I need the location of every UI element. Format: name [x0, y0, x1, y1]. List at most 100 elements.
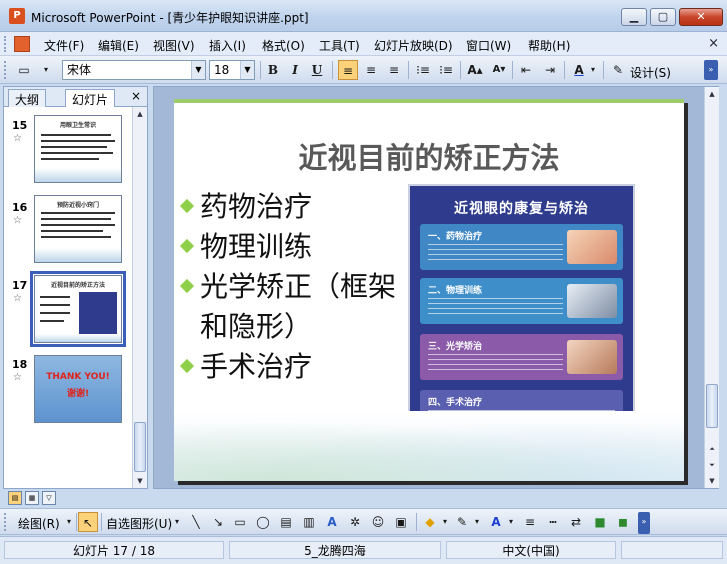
menu-view[interactable]: 视图(V): [153, 37, 195, 54]
thumbnail-text-line: [41, 152, 113, 154]
design-button[interactable]: 设计(S): [630, 64, 671, 81]
bullet-list[interactable]: 药物治疗 物理训练 光学矫正（框架和隐形） 手术治疗: [179, 187, 397, 387]
italic-button[interactable]: I: [285, 60, 305, 80]
align-center-button[interactable]: ≡: [361, 60, 381, 80]
tab-outline[interactable]: 大纲: [8, 89, 47, 107]
scroll-up-icon[interactable]: ▲: [133, 107, 147, 121]
chevron-down-icon[interactable]: ▾: [588, 60, 598, 80]
increase-indent-button[interactable]: ⇥: [540, 60, 560, 80]
minimize-button[interactable]: ▁: [621, 8, 647, 26]
line-tool-icon[interactable]: ╲: [186, 512, 206, 532]
close-pane-icon[interactable]: ×: [131, 89, 141, 103]
bullet-item: 药物治疗: [179, 187, 397, 227]
menu-window[interactable]: 窗口(W): [466, 37, 511, 54]
next-slide-icon[interactable]: ⏷: [705, 458, 719, 472]
dash-style-icon[interactable]: ┅: [543, 512, 563, 532]
design-icon[interactable]: ✎: [608, 60, 628, 80]
scroll-down-icon[interactable]: ▼: [705, 474, 719, 488]
toolbar-overflow-icon[interactable]: »: [704, 60, 718, 80]
numbering-button[interactable]: ⁝≡: [413, 60, 433, 80]
normal-view-icon[interactable]: ▤: [8, 491, 22, 505]
fill-color-icon[interactable]: ◆: [420, 512, 440, 532]
slide-title[interactable]: 近视目前的矫正方法: [174, 135, 684, 177]
thumbnail-text-line: [41, 146, 107, 148]
new-document-icon[interactable]: ▭: [14, 60, 34, 80]
toolbar-options-icon[interactable]: ▾: [36, 60, 56, 80]
grow-font-button[interactable]: A▴: [465, 60, 485, 80]
arrow-tool-icon[interactable]: ↘: [208, 512, 228, 532]
drawing-toolbar: 绘图(R) ▾ ↖ 自选图形(U) ▾ ╲ ↘ ▭ ◯ ▤ ▥ A ✲ ☺ ▣ …: [0, 508, 727, 535]
decrease-indent-button[interactable]: ⇤: [516, 60, 536, 80]
menu-format[interactable]: 格式(O): [262, 37, 305, 54]
chevron-down-icon[interactable]: ▾: [64, 512, 74, 532]
menu-slideshow[interactable]: 幻灯片放映(D): [374, 37, 453, 54]
slide-scrollbar[interactable]: ▲ ⏶ ⏷ ▼: [704, 87, 719, 488]
select-pointer-icon[interactable]: ↖: [78, 512, 98, 532]
align-left-button[interactable]: ≡: [338, 60, 358, 80]
maximize-button[interactable]: ▢: [650, 8, 676, 26]
current-slide[interactable]: 近视目前的矫正方法 药物治疗 物理训练 光学矫正（框架和隐形） 手术治疗 近视眼…: [174, 99, 684, 481]
bold-button[interactable]: B: [263, 60, 283, 80]
bullet-diamond-icon: [179, 238, 195, 254]
chevron-down-icon[interactable]: ▾: [472, 512, 482, 532]
slide-thumbnail-15[interactable]: 用眼卫生常识: [34, 115, 122, 183]
document-icon[interactable]: [14, 36, 30, 52]
line-color-icon[interactable]: ✎: [452, 512, 472, 532]
vertical-textbox-icon[interactable]: ▥: [299, 512, 319, 532]
shrink-font-button[interactable]: A▾: [489, 60, 509, 80]
poster-card-text: [428, 354, 563, 372]
scroll-up-icon[interactable]: ▲: [705, 87, 719, 101]
scroll-down-icon[interactable]: ▼: [133, 474, 147, 488]
chevron-down-icon[interactable]: ▼: [191, 61, 205, 79]
slide-sorter-icon[interactable]: ▦: [25, 491, 39, 505]
previous-slide-icon[interactable]: ⏶: [705, 442, 719, 456]
poster-title: 近视眼的康复与矫治: [454, 201, 589, 217]
menu-insert[interactable]: 插入(I): [209, 37, 246, 54]
3d-style-icon[interactable]: ◼: [613, 512, 633, 532]
draw-menu-button[interactable]: 绘图(R): [18, 515, 60, 532]
chevron-down-icon[interactable]: ▾: [172, 512, 182, 532]
close-button[interactable]: ✕: [679, 8, 723, 26]
menu-edit[interactable]: 编辑(E): [98, 37, 139, 54]
drawing-font-color-icon[interactable]: A: [486, 512, 506, 532]
chevron-down-icon[interactable]: ▾: [506, 512, 516, 532]
scrollbar-thumb[interactable]: [134, 422, 146, 472]
menu-help[interactable]: 帮助(H): [528, 37, 570, 54]
diagram-icon[interactable]: ✲: [345, 512, 365, 532]
wordart-icon[interactable]: A: [322, 512, 342, 532]
formatting-toolbar: ▭ ▾ 宋体 ▼ 18 ▼ B I U ≡ ≡ ≡ ⁝≡ ⁝≡ A▴ A▾ ⇤ …: [0, 56, 727, 84]
tab-slides[interactable]: 幻灯片: [65, 89, 116, 108]
chevron-down-icon[interactable]: ▾: [440, 512, 450, 532]
slide-thumbnail-17[interactable]: 近视目前的矫正方法: [30, 271, 126, 347]
thumbnail-text-line: [41, 230, 103, 232]
menu-file[interactable]: 文件(F): [44, 37, 84, 54]
font-color-button[interactable]: A: [569, 60, 589, 80]
chevron-down-icon[interactable]: ▼: [240, 61, 254, 79]
close-document-icon[interactable]: ×: [708, 36, 719, 51]
arrow-style-icon[interactable]: ⇄: [566, 512, 586, 532]
slideshow-icon[interactable]: ▽: [42, 491, 56, 505]
underline-button[interactable]: U: [307, 60, 327, 80]
scrollbar-thumb[interactable]: [706, 384, 718, 428]
line-style-icon[interactable]: ≡: [520, 512, 540, 532]
clipart-icon[interactable]: ☺: [368, 512, 388, 532]
rectangle-tool-icon[interactable]: ▭: [230, 512, 250, 532]
slide-thumbnail-16[interactable]: 预防近视小窍门: [34, 195, 122, 263]
align-right-button[interactable]: ≡: [384, 60, 404, 80]
textbox-tool-icon[interactable]: ▤: [276, 512, 296, 532]
slide-thumbnail-18[interactable]: THANK YOU! 谢谢!: [34, 355, 122, 423]
font-name-select[interactable]: 宋体 ▼: [62, 60, 206, 80]
oval-tool-icon[interactable]: ◯: [253, 512, 273, 532]
shadow-style-icon[interactable]: ■: [590, 512, 610, 532]
poster-image[interactable]: 近视眼的康复与矫治 一、药物治疗 二、物理训练 三、光学矫治 四、手术治疗: [408, 184, 635, 446]
thumbnail-title: THANK YOU!: [46, 372, 110, 382]
insert-picture-icon[interactable]: ▣: [391, 512, 411, 532]
toolbar-overflow-icon[interactable]: »: [638, 512, 650, 534]
poster-card-text: [428, 298, 563, 316]
font-size-select[interactable]: 18 ▼: [209, 60, 255, 80]
poster-card-label: 一、药物治疗: [428, 232, 483, 242]
menu-tools[interactable]: 工具(T): [319, 37, 360, 54]
autoshapes-button[interactable]: 自选图形(U): [106, 515, 172, 532]
slides-pane-scrollbar[interactable]: ▲ ▼: [132, 107, 147, 488]
bullets-button[interactable]: ⁝≡: [436, 60, 456, 80]
